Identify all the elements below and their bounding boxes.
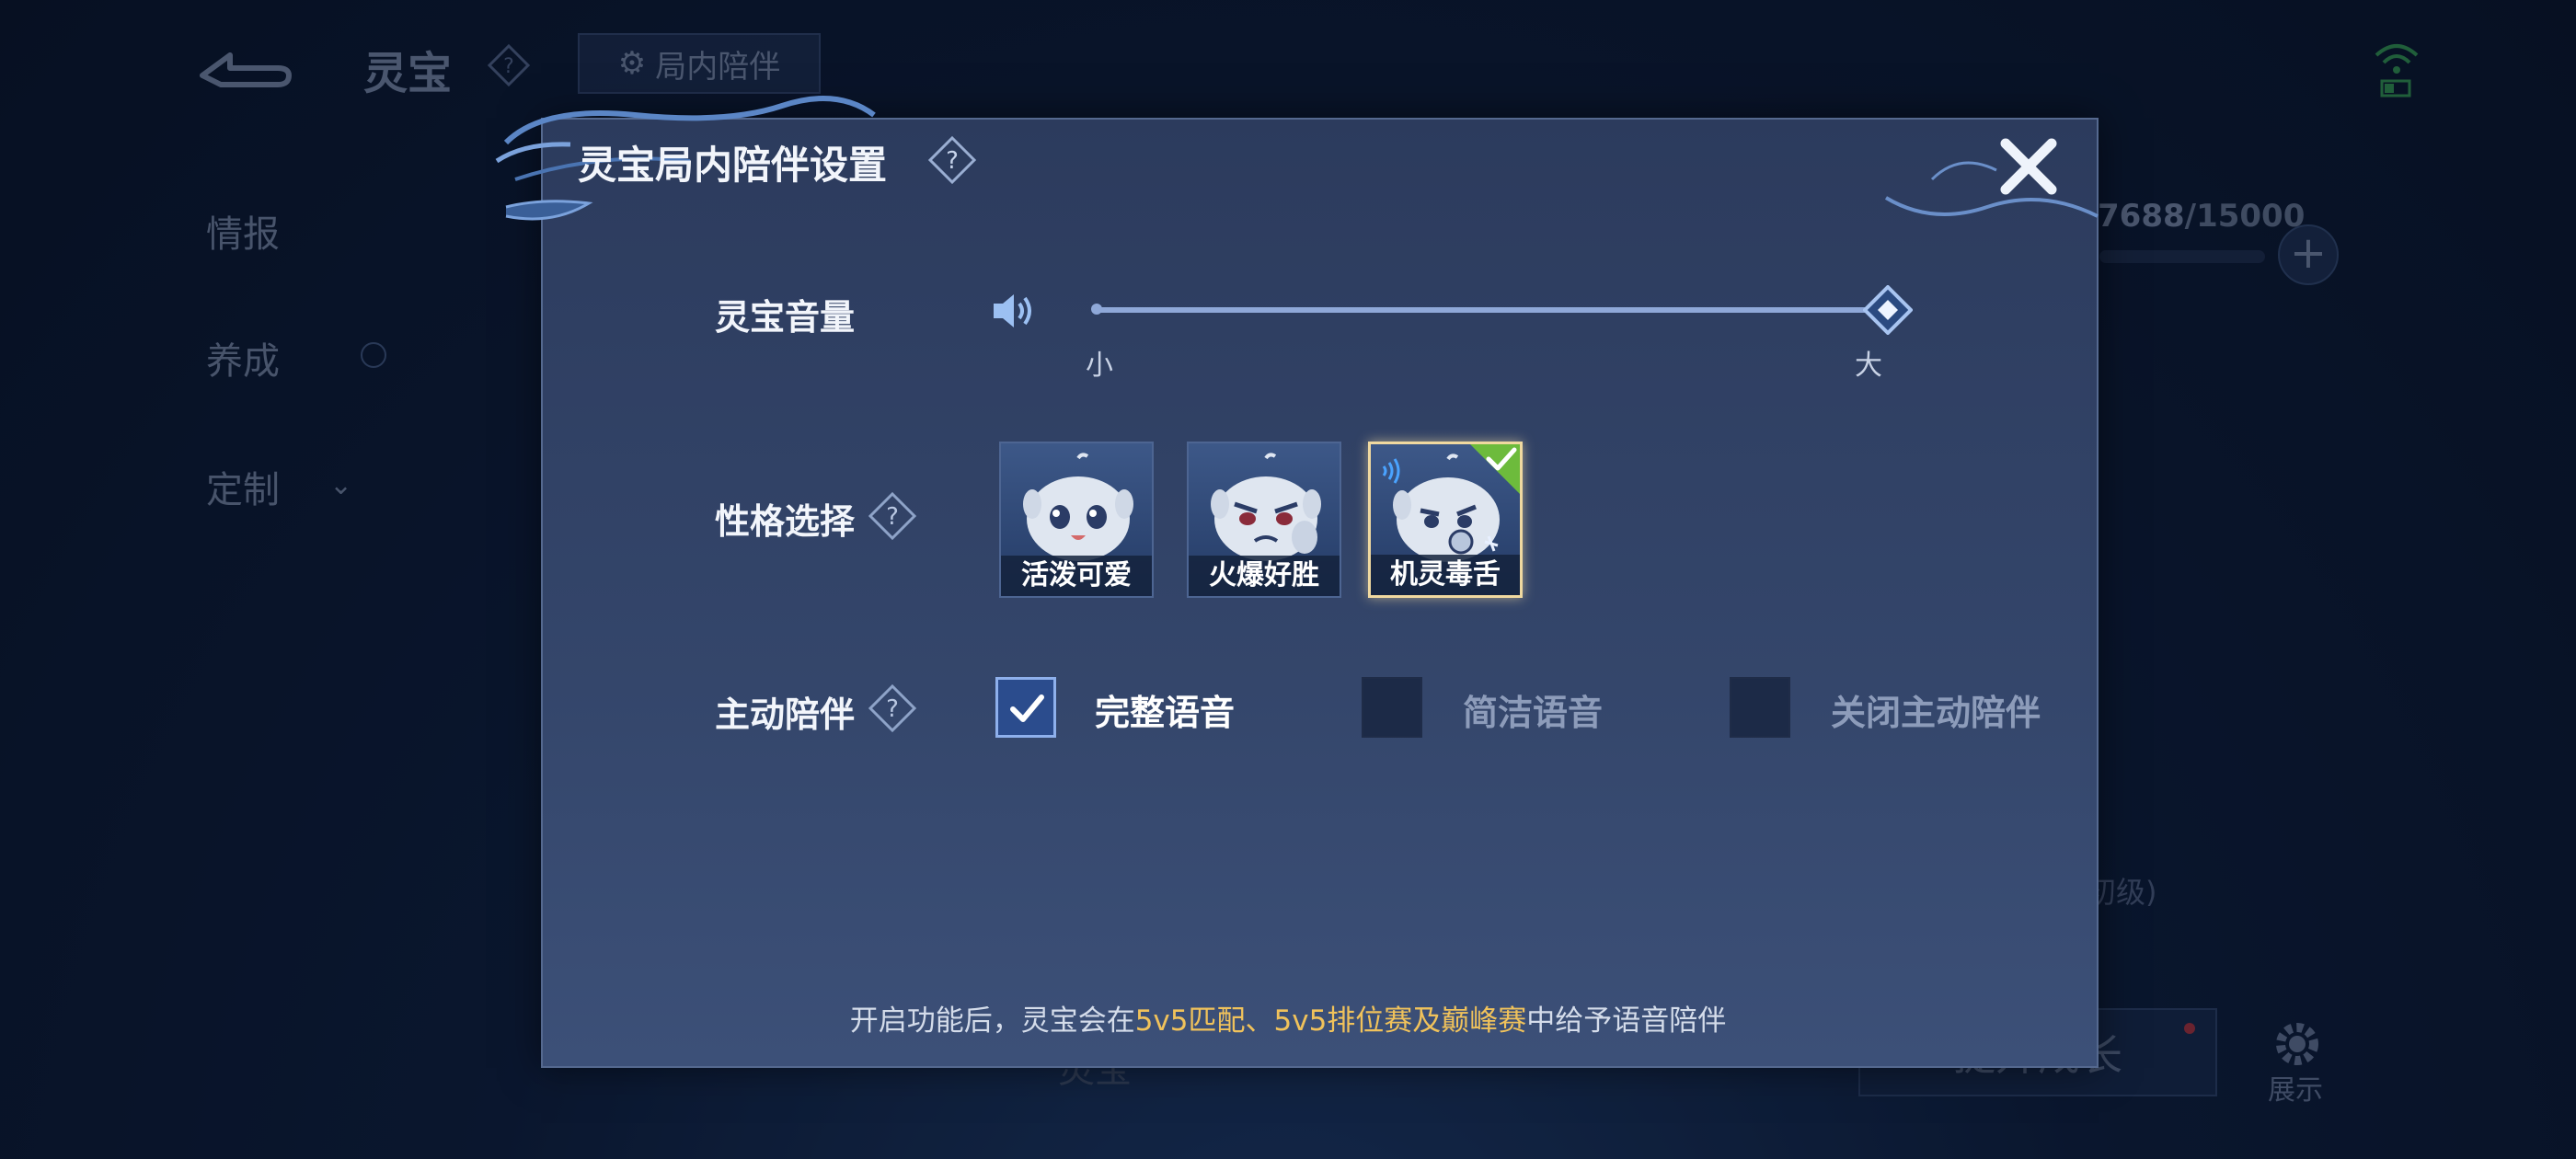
personality-option-fiery[interactable]: 火爆好胜: [1187, 442, 1341, 598]
disable-companion-checkbox[interactable]: [1730, 677, 1790, 738]
footer-note: 开启功能后，灵宝会在5v5匹配、5v5排位赛及巅峰赛中给予语音陪伴: [849, 1004, 1727, 1038]
volume-slider-thumb[interactable]: [1863, 285, 1913, 335]
volume-min-label: 小: [1086, 350, 1113, 382]
dialog-title: 灵宝局内陪伴设置: [578, 143, 888, 188]
personality-label: 性格选择: [715, 501, 856, 542]
svg-text:?: ?: [886, 695, 899, 723]
speaker-icon: [994, 294, 1031, 327]
personality-option-label: 机灵毒舌: [1371, 555, 1520, 595]
brief-voice-label[interactable]: 简洁语音: [1463, 684, 1603, 735]
disable-companion-label[interactable]: 关闭主动陪伴: [1831, 684, 2041, 735]
personality-option-label: 火爆好胜: [1189, 556, 1340, 596]
check-icon: [1010, 694, 1044, 722]
personality-option-label: 活泼可爱: [1001, 556, 1152, 596]
sound-wave-icon: [1382, 458, 1400, 484]
full-voice-checkbox[interactable]: [995, 677, 1056, 738]
svg-text:?: ?: [886, 503, 899, 531]
volume-slider-start: [1091, 304, 1102, 315]
volume-max-label: 大: [1855, 350, 1882, 382]
help-icon[interactable]: ?: [867, 490, 918, 542]
cloud-decoration: [1884, 161, 2099, 218]
brief-voice-checkbox[interactable]: [1362, 677, 1422, 738]
help-icon[interactable]: ?: [926, 134, 978, 186]
volume-slider-track[interactable]: [1097, 307, 1869, 313]
svg-text:?: ?: [946, 147, 959, 175]
selected-check-icon: [1470, 444, 1520, 494]
full-voice-label[interactable]: 完整语音: [1095, 684, 1235, 735]
spirit-face-angry-icon: [1211, 453, 1321, 561]
companion-label: 主动陪伴: [715, 694, 856, 735]
volume-label: 灵宝音量: [715, 297, 856, 338]
personality-option-witty[interactable]: 机灵毒舌: [1368, 442, 1523, 598]
spirit-face-cute-icon: [1023, 453, 1133, 561]
footer-highlight: 5v5匹配、5v5排位赛及巅峰赛: [1134, 1004, 1527, 1038]
close-icon[interactable]: [1998, 136, 2059, 197]
personality-option-lively[interactable]: 活泼可爱: [999, 442, 1154, 598]
help-icon[interactable]: ?: [867, 683, 918, 734]
